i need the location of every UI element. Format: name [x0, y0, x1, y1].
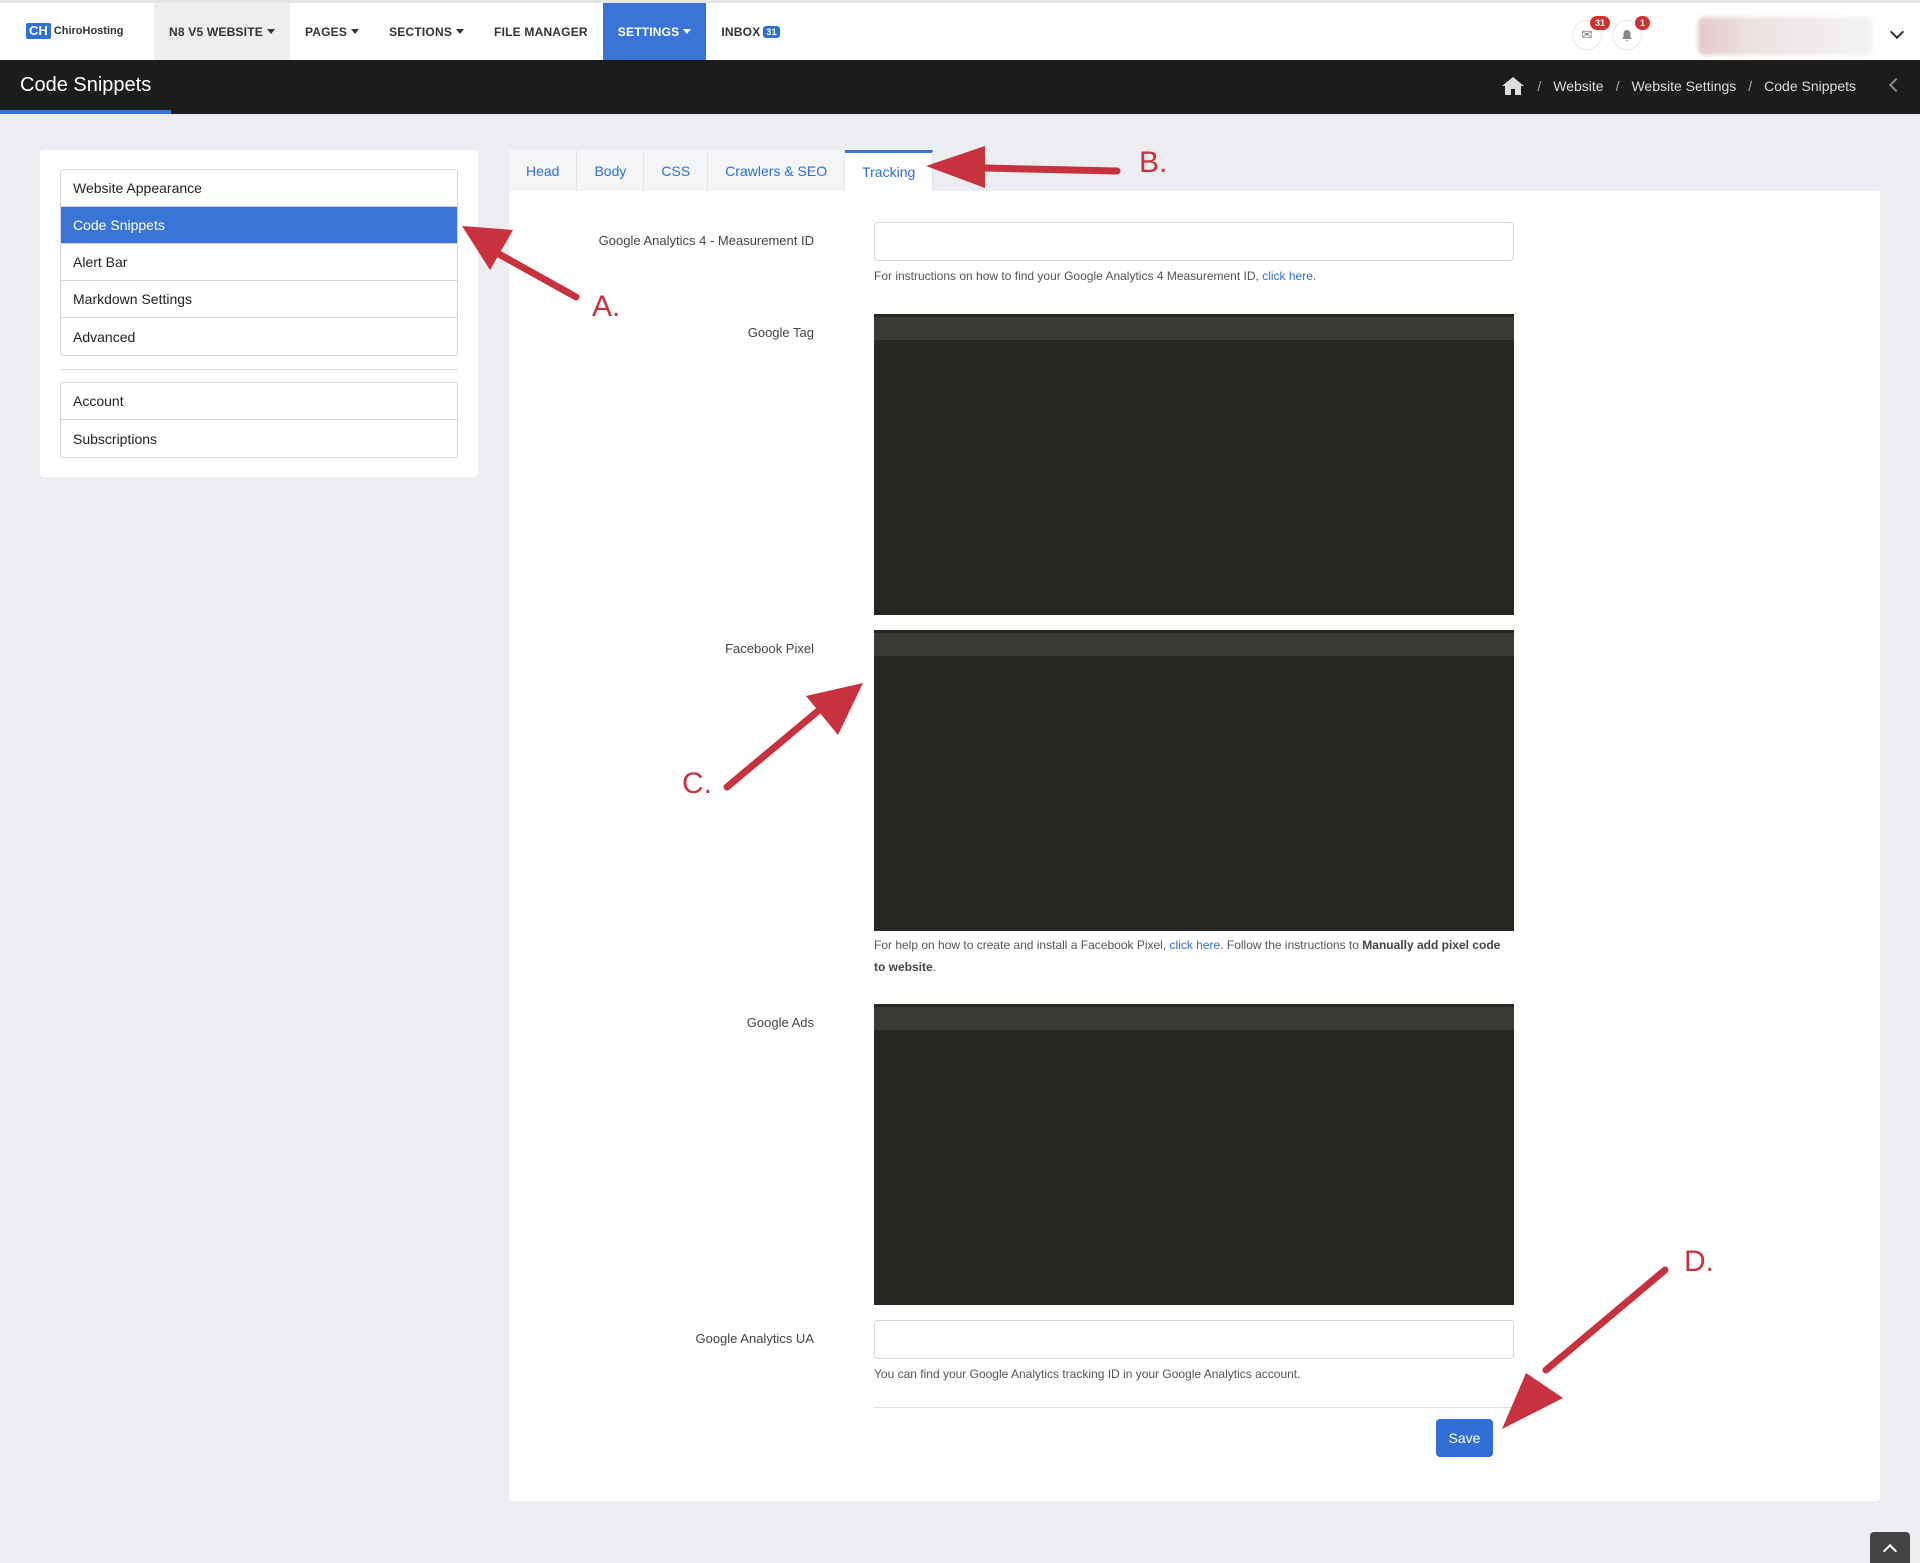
top-navbar: CH ChiroHosting N8 V5 WEBSITE PAGES SECT… [0, 0, 1920, 60]
ga4-help-link[interactable]: click here [1262, 269, 1313, 283]
chevron-down-icon [266, 29, 275, 34]
messages-button[interactable]: ✉ 31 [1572, 16, 1611, 50]
notifications-button[interactable]: 1 [1612, 16, 1651, 50]
ga-ua-label: Google Analytics UA [695, 1331, 814, 1346]
fb-help-start: For help on how to create and install a … [874, 938, 1167, 952]
scroll-to-top-button[interactable] [1870, 1532, 1910, 1563]
google-tag-label: Google Tag [747, 325, 814, 340]
nav-settings-dropdown[interactable]: SETTINGS [602, 3, 707, 60]
breadcrumb-website-settings[interactable]: Website Settings [1631, 78, 1736, 94]
google-ads-editor[interactable] [874, 1004, 1514, 1305]
annotation-label-d: D. [1684, 1245, 1714, 1278]
envelope-icon: ✉ [1581, 27, 1593, 42]
annotation-arrow-b [981, 164, 1121, 175]
notifications-count-badge: 1 [1635, 16, 1651, 30]
breadcrumb-separator: / [1615, 78, 1620, 94]
annotation-label-a: A. [592, 290, 621, 323]
settings-sidebar: Website Appearance Code Snippets Alert B… [40, 150, 478, 477]
ga-ua-input[interactable] [874, 1320, 1514, 1359]
ga4-help-end: . [1312, 269, 1317, 283]
brand-name: ChiroHosting [53, 25, 124, 37]
editor-active-line [874, 633, 1514, 656]
sidebar-divider [60, 369, 458, 370]
brand-logo[interactable]: CH ChiroHosting [26, 23, 123, 39]
breadcrumb-website[interactable]: Website [1553, 78, 1603, 94]
sidebar-item-markdown-settings[interactable]: Markdown Settings [61, 281, 457, 318]
tab-css[interactable]: CSS [644, 150, 709, 191]
settings-menu: Website Appearance Code Snippets Alert B… [60, 169, 458, 356]
brand-mark: CH [26, 23, 51, 39]
sidebar-item-alert-bar[interactable]: Alert Bar [61, 244, 457, 281]
fb-help-link[interactable]: click here [1170, 938, 1221, 952]
sidebar-item-subscriptions[interactable]: Subscriptions [61, 420, 457, 457]
ga4-label: Google Analytics 4 - Measurement ID [598, 233, 814, 248]
tab-head[interactable]: Head [509, 150, 578, 191]
nav-inbox-label: INBOX [721, 24, 761, 39]
nav-pages-label: PAGES [304, 24, 348, 39]
main-nav: N8 V5 WEBSITE PAGES SECTIONS FILE MANAGE… [154, 3, 795, 60]
editor-active-line [874, 317, 1514, 340]
tracking-panel: Google Analytics 4 - Measurement ID For … [509, 191, 1880, 1501]
nav-sections-label: SECTIONS [389, 24, 453, 39]
fb-help-mid: . Follow the instructions to [1220, 938, 1359, 952]
tab-body[interactable]: Body [577, 150, 645, 191]
sidebar-item-code-snippets[interactable]: Code Snippets [61, 207, 457, 244]
page-header: Code Snippets / Website / Website Settin… [0, 60, 1920, 114]
google-tag-editor[interactable] [874, 314, 1514, 615]
messages-count-badge: 31 [1590, 16, 1611, 30]
breadcrumb: / Website / Website Settings / Code Snip… [1501, 76, 1856, 96]
user-menu[interactable] [1698, 17, 1873, 55]
chevron-down-icon[interactable] [1889, 24, 1905, 40]
page-title: Code Snippets [20, 74, 152, 96]
ga4-help: For instructions on how to find your Goo… [874, 269, 1259, 283]
account-menu: Account Subscriptions [60, 382, 458, 458]
form-divider [874, 1407, 1514, 1408]
ga4-help-text: For instructions on how to find your Goo… [874, 265, 1514, 287]
annotation-label-c: C. [682, 767, 712, 800]
chevron-down-icon [351, 29, 360, 34]
bell-icon [1622, 29, 1632, 41]
nav-pages-dropdown[interactable]: PAGES [290, 3, 374, 60]
breadcrumb-current: Code Snippets [1764, 78, 1856, 94]
nav-website-label: N8 V5 WEBSITE [169, 24, 263, 39]
nav-file-manager[interactable]: FILE MANAGER [479, 3, 603, 60]
breadcrumb-separator: / [1748, 78, 1753, 94]
nav-website-dropdown[interactable]: N8 V5 WEBSITE [154, 3, 290, 60]
chevron-down-icon [456, 29, 465, 34]
annotation-arrow-b-head [926, 146, 985, 188]
nav-sections-dropdown[interactable]: SECTIONS [374, 3, 479, 60]
facebook-pixel-editor[interactable] [874, 630, 1514, 931]
sidebar-item-website-appearance[interactable]: Website Appearance [61, 170, 457, 207]
title-accent-bar [0, 110, 171, 114]
home-icon[interactable] [1501, 76, 1525, 96]
editor-active-line [874, 1007, 1514, 1030]
nav-file-manager-label: FILE MANAGER [494, 24, 588, 39]
ga-ua-help: You can find your Google Analytics track… [874, 1367, 1301, 1381]
snippet-tabs: Head Body CSS Crawlers & SEO Tracking [509, 150, 934, 191]
nav-settings-label: SETTINGS [617, 24, 680, 39]
tab-crawlers-seo[interactable]: Crawlers & SEO [708, 150, 846, 191]
google-ads-label: Google Ads [746, 1015, 814, 1030]
tab-tracking[interactable]: Tracking [845, 150, 934, 191]
facebook-pixel-help-text: For help on how to create and install a … [874, 934, 1514, 978]
annotation-label-b: B. [1139, 146, 1168, 179]
facebook-pixel-label: Facebook Pixel [725, 641, 814, 656]
fb-help-end: . [932, 960, 937, 974]
sidebar-item-account[interactable]: Account [61, 383, 457, 420]
inbox-count-badge: 31 [763, 25, 780, 38]
ga4-measurement-id-input[interactable] [874, 222, 1514, 261]
nav-inbox[interactable]: INBOX 31 [706, 3, 794, 60]
breadcrumb-separator: / [1537, 78, 1542, 94]
chevron-down-icon [683, 29, 692, 34]
save-button[interactable]: Save [1436, 1419, 1493, 1457]
sidebar-item-advanced[interactable]: Advanced [61, 318, 457, 355]
